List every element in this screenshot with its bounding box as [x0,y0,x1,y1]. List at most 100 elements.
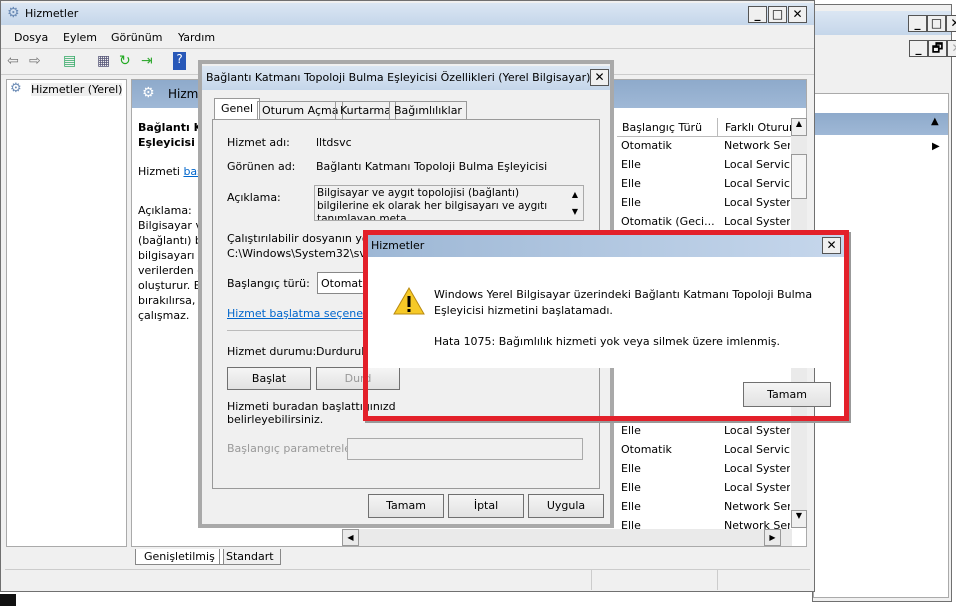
startup-type-label: Başlangıç türü: [227,277,310,290]
log-on-cell: Local System [724,215,790,228]
back-icon[interactable]: ⇦ [7,53,19,69]
tab-standard[interactable]: Standart [219,549,281,565]
status-bar [5,569,810,590]
display-name-label: Görünen ad: [227,160,296,173]
log-on-cell: Network Ser [724,139,790,152]
properties-icon[interactable]: ▦ [97,53,110,69]
startup-type-cell: Elle [621,519,641,532]
close-child-button: ✕ [947,40,956,57]
desc-line: (bağlantı) b [138,234,202,247]
startup-type-cell: Otomatik (Geci... [621,215,715,228]
table-row[interactable]: Otomatik Network Ser [621,139,790,152]
log-on-cell: Local System [724,481,790,494]
maximize-button[interactable]: □ [768,6,787,23]
table-row[interactable]: Elle Local Service [621,177,790,190]
tab-recovery[interactable]: Kurtarma [335,101,396,119]
table-row[interactable]: Otomatik Local Service [621,443,790,456]
startup-type-cell: Elle [621,481,641,494]
startup-type-cell: Otomatik [621,139,672,152]
warning-icon [393,287,425,315]
tab-log-on[interactable]: Oturum Açma [257,101,344,119]
menu-dosya[interactable]: Dosya [14,31,48,44]
tab-dependencies[interactable]: Bağımlılıklar [389,101,467,119]
cancel-button[interactable]: İptal [448,494,524,518]
title-bar: ⚙ Hizmetler [1,3,814,25]
dialog-title: Bağlantı Katmanı Topoloji Bulma Eşleyici… [206,71,591,84]
desc-line: çalışmaz. [138,309,190,322]
log-on-cell: Local Service [724,443,790,456]
error-code: Hata 1075: Bağımlılık hizmeti yok veya s… [434,335,780,348]
table-row[interactable]: Elle Local System [621,462,790,475]
console-tree-icon[interactable]: ▤ [63,53,76,69]
description-textbox[interactable]: Bilgisayar ve aygıt topolojisi (bağlantı… [314,185,584,221]
status-label: Hizmet durumu: [227,345,317,358]
hint-text-2: belirleyebilirsiniz. [227,413,324,426]
menu-gorunum[interactable]: Görünüm [111,31,162,44]
maximize-button[interactable]: □ [927,15,946,32]
tree-item-services-local[interactable]: Hizmetler (Yerel) [31,83,123,96]
column-log-on-as[interactable]: Farklı Oturum [725,121,791,134]
start-button[interactable]: Başlat [227,367,311,390]
help-icon[interactable]: ? [173,52,186,70]
table-row[interactable]: Elle Local System [621,424,790,437]
detail-title-2: Eşleyicisi [138,136,195,149]
error-message-2: Eşleyicisi hizmetini başlatamadı. [434,304,613,317]
minimize-button[interactable]: _ [748,6,767,23]
column-header: Başlangıç Türü Farklı Oturum [617,118,791,137]
table-row[interactable]: Elle Network Ser [621,519,790,532]
display-name-value: Bağlantı Katmanı Topoloji Bulma Eşleyici… [316,160,548,173]
minimize-button[interactable]: _ [908,15,927,32]
table-row[interactable]: Elle Local System [621,196,790,209]
menu-yardim[interactable]: Yardım [178,31,215,44]
tree-pane: ⚙ Hizmetler (Yerel) [6,79,127,547]
error-ok-button[interactable]: Tamam [743,382,831,407]
startup-type-cell: Elle [621,196,641,209]
refresh-icon[interactable]: ↻ [119,53,131,69]
log-on-cell: Local System [724,424,790,437]
startup-type-cell: Elle [621,177,641,190]
desc-line: verilerden c [138,264,204,277]
error-dialog-highlight: Hizmetler ✕ Windows Yerel Bilgisayar üze… [363,230,849,421]
desc-line: oluşturur. E [138,279,201,292]
forward-icon[interactable]: ⇨ [29,53,41,69]
startup-type-cell: Elle [621,500,641,513]
startup-type-cell: Elle [621,462,641,475]
start-prefix: Hizmeti [138,165,184,178]
desc-line: Bilgisayar v [138,219,202,232]
startup-type-cell: Otomatik [621,443,672,456]
table-row[interactable]: Elle Local System [621,481,790,494]
table-row[interactable]: Elle Network Ser [621,500,790,513]
description-label: Açıklama: [227,191,281,204]
close-button[interactable]: ✕ [590,69,609,86]
table-row[interactable]: Otomatik (Geci... Local System [621,215,790,228]
log-on-cell: Local Service [724,158,790,171]
apply-button[interactable]: Uygula [528,494,604,518]
desc-line: bilgisayarı v [138,249,205,262]
error-message-1: Windows Yerel Bilgisayar üzerindeki Bağl… [434,288,813,301]
export-icon[interactable]: ⇥ [141,53,153,69]
column-startup-type[interactable]: Başlangıç Türü [622,121,702,134]
table-row[interactable]: Elle Local Service [621,158,790,171]
expand-right-icon[interactable]: ▶ [932,141,940,152]
params-label: Başlangıç parametreleri: [227,442,363,455]
service-name-value: lltdsvc [316,136,352,149]
collapse-up-icon[interactable]: ▲ [931,116,939,127]
close-button[interactable]: ✕ [822,237,841,254]
close-button[interactable]: ✕ [946,15,956,32]
log-on-cell: Network Ser [724,500,790,513]
ok-button[interactable]: Tamam [368,494,444,518]
log-on-cell: Local System [724,462,790,475]
path-value: C:\Windows\System32\svch [227,247,379,260]
tab-extended[interactable]: Genişletilmiş [135,549,224,565]
restore-child-button[interactable]: 🗗 [928,40,947,57]
log-on-cell: Network Ser [724,519,790,532]
tab-general[interactable]: Genel [214,98,261,120]
menu-eylem[interactable]: Eylem [63,31,97,44]
params-input [347,438,583,460]
close-button[interactable]: ✕ [788,6,807,23]
path-label: Çalıştırılabilir dosyanın yolu: [227,232,383,245]
menu-bar: Dosya Eylem Görünüm Yardım [1,27,814,49]
minimize-child-button[interactable]: _ [909,40,928,57]
window-title: Hizmetler [25,7,79,20]
startup-type-cell: Elle [621,158,641,171]
